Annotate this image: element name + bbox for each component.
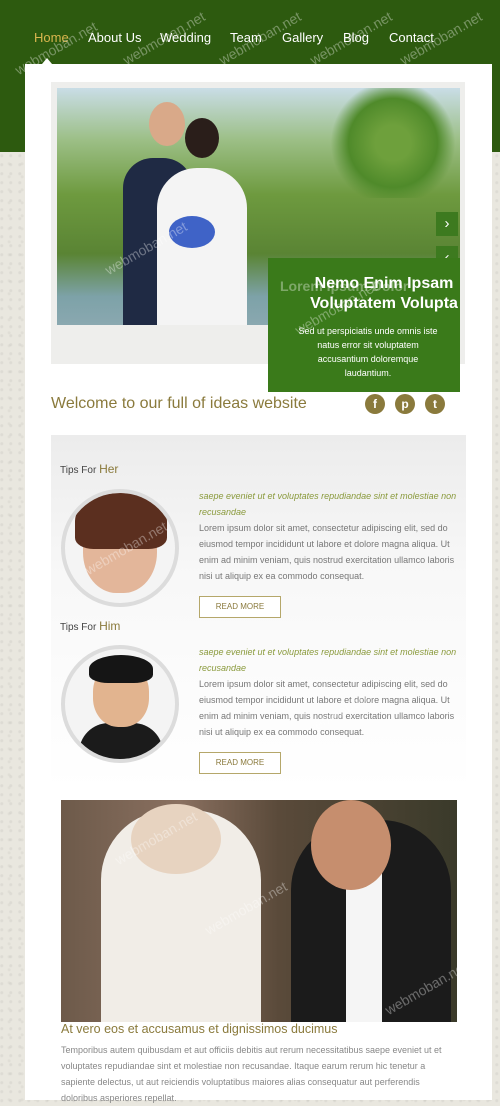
pinterest-icon[interactable]: p (395, 394, 415, 414)
tips-who: Her (99, 462, 119, 476)
hair-graphic (75, 493, 167, 549)
slide-caption: Lorem Ipsum Dolor Nemo Enim Ipsam Volupt… (268, 258, 460, 392)
nav-item-gallery[interactable]: Gallery (282, 30, 323, 45)
tip-lead-her: saepe eveniet ut et voluptates repudiand… (199, 491, 457, 517)
caption-text: Sed ut perspiciatis unde omnis iste natu… (298, 326, 438, 378)
groom-head (149, 102, 185, 146)
groom-shirt (346, 870, 382, 1022)
groom-head (311, 800, 391, 890)
tips-for-him-label: Tips For Him (60, 619, 120, 633)
bride-head (185, 118, 219, 158)
chevron-right-icon: › (444, 215, 450, 232)
article-text: Temporibus autem quibusdam et aut offici… (61, 1045, 442, 1103)
main-nav: Home About Us Wedding Team Gallery Blog … (0, 30, 500, 64)
tips-who: Him (99, 619, 121, 633)
tips-for-her-label: Tips For Her (60, 462, 118, 476)
bride-hair (131, 804, 221, 874)
wedding-photo (61, 800, 457, 1022)
hair-graphic (89, 655, 153, 683)
tips-prefix: Tips For (60, 465, 97, 476)
twitter-icon[interactable]: t (425, 394, 445, 414)
tip-body-her: Lorem ipsum dolor sit amet, consectetur … (199, 523, 455, 581)
tree-graphic (323, 88, 460, 198)
slider-next-button[interactable]: › (436, 212, 458, 236)
nav-item-team[interactable]: Team (230, 30, 262, 45)
bouquet-graphic (169, 216, 215, 248)
tip-body-him: Lorem ipsum dolor sit amet, consectetur … (199, 679, 455, 737)
read-more-button-him[interactable]: READ MORE (199, 752, 281, 774)
nav-item-wedding[interactable]: Wedding (160, 30, 211, 45)
caption-title: Nemo Enim Ipsam Voluptatem Volupta (274, 274, 460, 314)
caption-title-line1: Nemo Enim Ipsam (314, 275, 454, 292)
nav-item-blog[interactable]: Blog (343, 30, 369, 45)
tip-lead-him: saepe eveniet ut et voluptates repudiand… (199, 647, 457, 673)
tips-prefix: Tips For (60, 622, 97, 633)
article-title[interactable]: At vero eos et accusamus et dignissimos … (61, 1022, 338, 1036)
avatar-him (61, 645, 179, 763)
nav-item-home[interactable]: Home (34, 30, 69, 45)
welcome-heading: Welcome to our full of ideas website (51, 395, 307, 412)
nav-item-about-us[interactable]: About Us (88, 30, 141, 45)
facebook-icon[interactable]: f (365, 394, 385, 414)
bride-figure (157, 168, 247, 325)
read-more-button-her[interactable]: READ MORE (199, 596, 281, 618)
caption-title-line2: Voluptatem Volupta (310, 295, 458, 312)
avatar-her (61, 489, 179, 607)
suit-graphic (79, 723, 163, 759)
nav-item-contact[interactable]: Contact (389, 30, 434, 45)
